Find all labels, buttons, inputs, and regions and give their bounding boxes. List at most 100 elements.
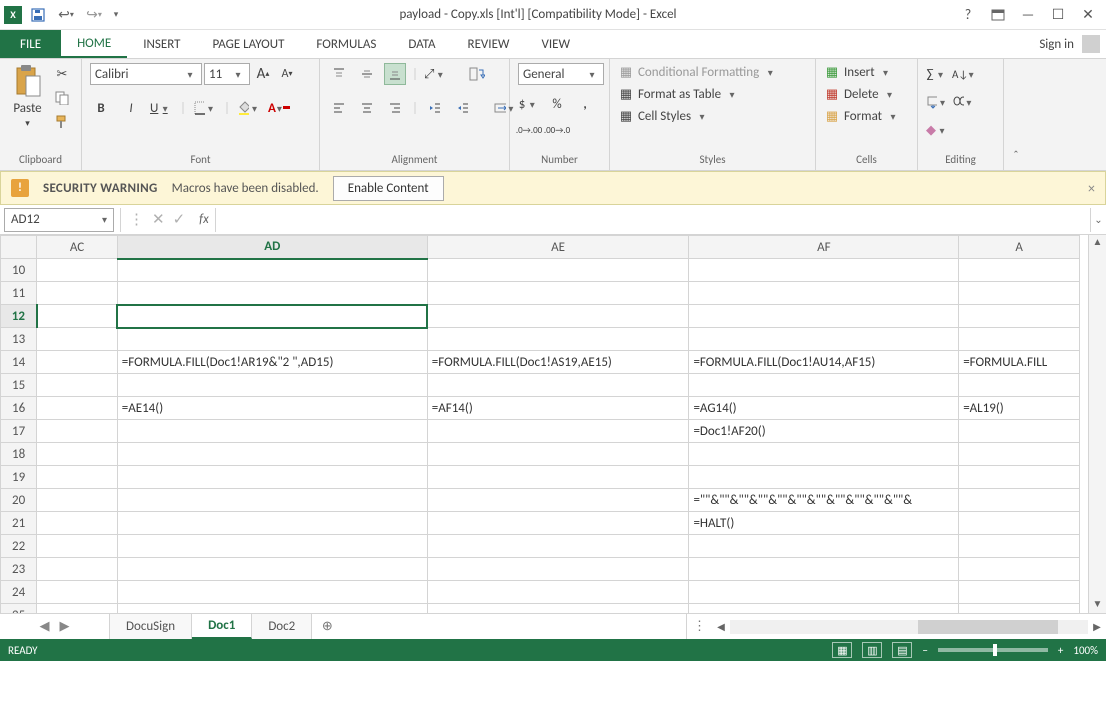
align-bottom-icon[interactable]: [384, 63, 406, 85]
sheet-tab-docusign[interactable]: DocuSign: [110, 614, 192, 639]
accounting-icon[interactable]: $▾: [518, 93, 540, 115]
col-header-ag[interactable]: A: [959, 236, 1080, 259]
cell[interactable]: =AG14(): [689, 397, 959, 420]
normal-view-icon[interactable]: ▦: [832, 642, 852, 658]
add-sheet-icon[interactable]: ⊕: [312, 614, 342, 639]
page-layout-view-icon[interactable]: ▥: [862, 642, 882, 658]
tab-view[interactable]: VIEW: [526, 30, 587, 58]
save-icon[interactable]: [26, 3, 50, 27]
cell[interactable]: [37, 420, 118, 443]
cell[interactable]: [427, 489, 689, 512]
cell[interactable]: [959, 420, 1080, 443]
decrease-indent-icon[interactable]: [424, 97, 446, 119]
cell[interactable]: [427, 328, 689, 351]
cell[interactable]: [959, 604, 1080, 614]
cell[interactable]: [427, 305, 689, 328]
tab-formulas[interactable]: FORMULAS: [300, 30, 392, 58]
cell[interactable]: [689, 535, 959, 558]
enter-formula-icon[interactable]: ✓: [173, 210, 186, 229]
fill-icon[interactable]: ▾: [926, 91, 948, 113]
cell[interactable]: [689, 581, 959, 604]
cell[interactable]: [689, 466, 959, 489]
cell[interactable]: [959, 581, 1080, 604]
name-box[interactable]: AD12▾: [4, 208, 114, 232]
conditional-formatting-button[interactable]: ▦Conditional Formatting▾: [618, 63, 777, 81]
cell[interactable]: [689, 259, 959, 282]
cell[interactable]: [37, 443, 118, 466]
warning-close-icon[interactable]: ×: [1088, 180, 1095, 197]
font-name-combo[interactable]: Calibri▾: [90, 63, 202, 85]
format-as-table-button[interactable]: ▦Format as Table▾: [618, 85, 739, 103]
cell[interactable]: [37, 397, 118, 420]
cell[interactable]: [37, 558, 118, 581]
row-header[interactable]: 15: [1, 374, 37, 397]
shrink-font-icon[interactable]: A▾: [276, 63, 298, 85]
grow-font-icon[interactable]: A▴: [252, 63, 274, 85]
copy-icon[interactable]: [51, 87, 73, 109]
zoom-out-icon[interactable]: −: [922, 644, 927, 657]
cell[interactable]: [117, 282, 427, 305]
cut-icon[interactable]: ✂: [51, 63, 73, 85]
cell[interactable]: [959, 305, 1080, 328]
cell[interactable]: [689, 328, 959, 351]
cell[interactable]: [37, 351, 118, 374]
cell[interactable]: =Doc1!AF20(): [689, 420, 959, 443]
cell[interactable]: =FORMULA.FILL(Doc1!AR19&"2 ",AD15): [117, 351, 427, 374]
cell[interactable]: [689, 443, 959, 466]
cell[interactable]: [959, 558, 1080, 581]
cell[interactable]: =""&""&""&""&""&""&""&""&""&""&""&: [689, 489, 959, 512]
align-center-icon[interactable]: [356, 97, 378, 119]
clear-icon[interactable]: ◆▾: [926, 119, 948, 141]
cell[interactable]: [117, 512, 427, 535]
formula-input[interactable]: [215, 208, 1090, 232]
sheet-tab-doc1[interactable]: Doc1: [192, 614, 252, 639]
cell[interactable]: [117, 443, 427, 466]
close-icon[interactable]: ✕: [1074, 3, 1102, 27]
cell[interactable]: [37, 374, 118, 397]
cell[interactable]: [959, 374, 1080, 397]
font-size-combo[interactable]: 11▾: [204, 63, 250, 85]
qat-customize-icon[interactable]: ▾: [110, 3, 122, 27]
cell[interactable]: [427, 581, 689, 604]
delete-cells-button[interactable]: ▦Delete▾: [824, 85, 897, 103]
cell[interactable]: =FORMULA.FILL(Doc1!AS19,AE15): [427, 351, 689, 374]
cell[interactable]: [117, 604, 427, 614]
avatar-icon[interactable]: [1082, 35, 1100, 53]
cell[interactable]: [959, 282, 1080, 305]
cell[interactable]: [117, 259, 427, 282]
row-header[interactable]: 22: [1, 535, 37, 558]
cell[interactable]: [427, 466, 689, 489]
orientation-icon[interactable]: ⤢▾: [424, 63, 446, 85]
cell[interactable]: [959, 535, 1080, 558]
align-top-icon[interactable]: [328, 63, 350, 85]
sort-filter-icon[interactable]: A↓▾: [952, 63, 974, 85]
zoom-in-icon[interactable]: +: [1058, 644, 1063, 657]
cell[interactable]: [37, 305, 118, 328]
tab-review[interactable]: REVIEW: [452, 30, 526, 58]
minimize-icon[interactable]: —: [1014, 3, 1042, 27]
cell[interactable]: [427, 282, 689, 305]
cell[interactable]: [427, 443, 689, 466]
sign-in-link[interactable]: Sign in: [1039, 37, 1074, 52]
row-header[interactable]: 24: [1, 581, 37, 604]
column-headers[interactable]: AC AD AE AF A: [1, 236, 1080, 259]
col-header-ac[interactable]: AC: [37, 236, 118, 259]
cell[interactable]: =AF14(): [427, 397, 689, 420]
page-break-view-icon[interactable]: ▤: [892, 642, 912, 658]
redo-icon[interactable]: ↪▾: [82, 3, 106, 27]
row-header[interactable]: 21: [1, 512, 37, 535]
collapse-ribbon-icon[interactable]: ˆ: [1004, 59, 1028, 170]
cell[interactable]: [689, 604, 959, 614]
cell[interactable]: =AL19(): [959, 397, 1080, 420]
cell[interactable]: [37, 466, 118, 489]
cell[interactable]: [37, 512, 118, 535]
increase-decimal-icon[interactable]: .0→.00: [518, 119, 540, 141]
fill-color-icon[interactable]: ▾: [238, 97, 260, 119]
cell[interactable]: [689, 558, 959, 581]
cell[interactable]: [37, 581, 118, 604]
row-header[interactable]: 25: [1, 604, 37, 614]
row-header[interactable]: 11: [1, 282, 37, 305]
insert-cells-button[interactable]: ▦Insert▾: [824, 63, 893, 81]
row-header[interactable]: 10: [1, 259, 37, 282]
increase-indent-icon[interactable]: [452, 97, 474, 119]
